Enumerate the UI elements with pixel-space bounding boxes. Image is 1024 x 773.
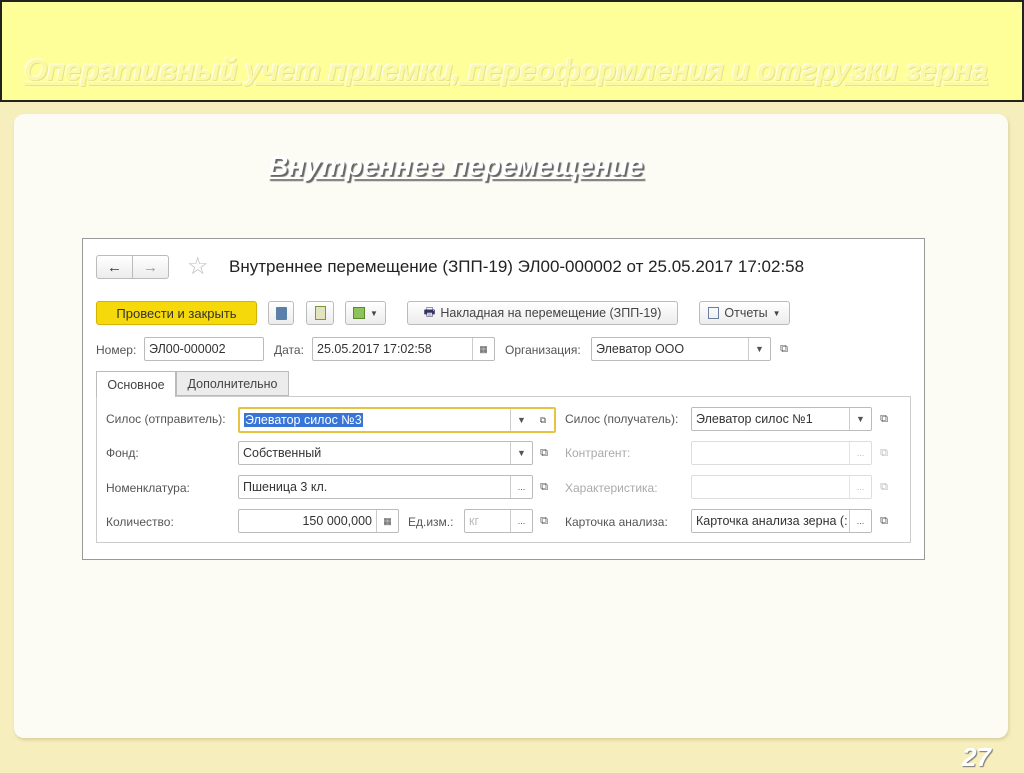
open-icon[interactable]: ⧉ [533, 509, 555, 533]
organization-label: Организация: [505, 343, 581, 357]
number-input[interactable]: ЭЛ00-000002 [144, 337, 264, 361]
silo-from-value: Элеватор силос №3 [244, 413, 363, 427]
dropdown-arrow-icon[interactable]: ▼ [748, 338, 770, 360]
print-waybill-label: Накладная на перемещение (ЗПП-19) [440, 306, 662, 320]
date-input[interactable]: 25.05.2017 17:02:58 ▦ [312, 337, 495, 361]
dropdown-arrow-icon[interactable]: ▼ [510, 442, 532, 464]
analysis-card-label: Карточка анализа: [565, 515, 668, 529]
back-button[interactable]: ← [96, 255, 133, 279]
tab-panel: Силос (отправитель): Элеватор силос №3 ▼ ⧉… [96, 396, 911, 543]
reports-label: Отчеты [724, 306, 768, 320]
silo-from-label: Силос (отправитель): [106, 412, 226, 426]
open-icon[interactable]: ⧉ [532, 409, 554, 431]
dropdown-arrow-icon: ▼ [772, 308, 781, 318]
create-based-icon [353, 307, 366, 319]
organization-input[interactable]: Элеватор ООО ▼ [591, 337, 771, 361]
organization-value: Элеватор ООО [596, 342, 685, 356]
silo-to-label: Силос (получатель): [565, 412, 679, 426]
nomenclature-value: Пшеница 3 кл. [243, 480, 328, 494]
open-icon[interactable]: ⧉ [873, 509, 895, 533]
silo-from-input[interactable]: Элеватор силос №3 ▼ ⧉ [238, 407, 556, 433]
unit-label: Ед.изм.: [408, 515, 454, 529]
calendar-icon[interactable]: ▦ [472, 338, 494, 360]
analysis-card-input[interactable]: Карточка анализа зерна (:... [691, 509, 872, 533]
select-button[interactable]: ... [849, 510, 871, 532]
dropdown-arrow-icon[interactable]: ▼ [849, 408, 871, 430]
select-button[interactable]: ... [849, 442, 871, 464]
dropdown-arrow-icon[interactable]: ▼ [510, 409, 532, 431]
reports-button[interactable]: Отчеты ▼ [699, 301, 790, 325]
unit-input[interactable]: кг... [464, 509, 533, 533]
save-button[interactable] [268, 301, 294, 325]
post-button[interactable] [306, 301, 334, 325]
open-icon[interactable]: ⧉ [533, 441, 555, 465]
quantity-input[interactable]: 150 000,000 ▦ [238, 509, 399, 533]
characteristic-input[interactable]: ... [691, 475, 872, 499]
form-title: Внутреннее перемещение (ЗПП-19) ЭЛ00-000… [229, 257, 805, 276]
save-icon [275, 306, 287, 320]
analysis-card-value: Карточка анализа зерна (: [696, 514, 847, 528]
quantity-label: Количество: [106, 515, 174, 529]
reports-icon [708, 307, 720, 319]
arrow-right-icon: → [143, 258, 158, 276]
open-icon[interactable]: ⧉ [533, 475, 555, 499]
silo-to-value: Элеватор силос №1 [696, 412, 813, 426]
characteristic-label: Характеристика: [565, 481, 658, 495]
number-label: Номер: [96, 343, 137, 357]
select-button[interactable]: ... [849, 476, 871, 498]
nomenclature-input[interactable]: Пшеница 3 кл.... [238, 475, 533, 499]
star-icon[interactable]: ☆ [187, 252, 209, 281]
silo-to-input[interactable]: Элеватор силос №1 ▼ [691, 407, 872, 431]
dropdown-arrow-icon: ▼ [370, 308, 378, 318]
open-icon[interactable]: ⧉ [873, 441, 895, 465]
date-value: 25.05.2017 17:02:58 [317, 342, 432, 356]
tab-main[interactable]: Основное [96, 371, 176, 397]
slide-subtitle: Внутреннее перемещение [268, 150, 644, 181]
slide-title: Оперативный учет приемки, переоформления… [24, 54, 988, 87]
document-form: ← → ☆ Внутреннее перемещение (ЗПП-19) ЭЛ… [82, 238, 925, 560]
open-icon[interactable]: ⧉ [773, 337, 795, 361]
printer-icon: 🖶 [423, 304, 436, 319]
post-document-icon [314, 306, 326, 320]
counterparty-input[interactable]: ... [691, 441, 872, 465]
fund-value: Собственный [243, 446, 322, 460]
forward-button[interactable]: → [132, 255, 169, 279]
open-icon[interactable]: ⧉ [873, 407, 895, 431]
tab-additional[interactable]: Дополнительно [176, 371, 289, 396]
calculator-icon[interactable]: ▦ [376, 510, 398, 532]
arrow-left-icon: ← [107, 258, 122, 276]
open-icon[interactable]: ⧉ [873, 475, 895, 499]
date-label: Дата: [274, 343, 304, 357]
fund-label: Фонд: [106, 446, 139, 460]
counterparty-label: Контрагент: [565, 446, 631, 460]
quantity-value: 150 000,000 [302, 514, 372, 528]
slide-header: Оперативный учет приемки, переоформления… [0, 0, 1024, 102]
nomenclature-label: Номенклатура: [106, 481, 190, 495]
page-number: 27 [962, 742, 991, 772]
select-button[interactable]: ... [510, 510, 532, 532]
select-button[interactable]: ... [510, 476, 532, 498]
fund-input[interactable]: Собственный ▼ [238, 441, 533, 465]
create-based-on-button[interactable]: ▼ [345, 301, 386, 325]
print-waybill-button[interactable]: 🖶 Накладная на перемещение (ЗПП-19) [407, 301, 678, 325]
post-and-close-button[interactable]: Провести и закрыть [96, 301, 257, 325]
unit-placeholder: кг [469, 514, 480, 528]
